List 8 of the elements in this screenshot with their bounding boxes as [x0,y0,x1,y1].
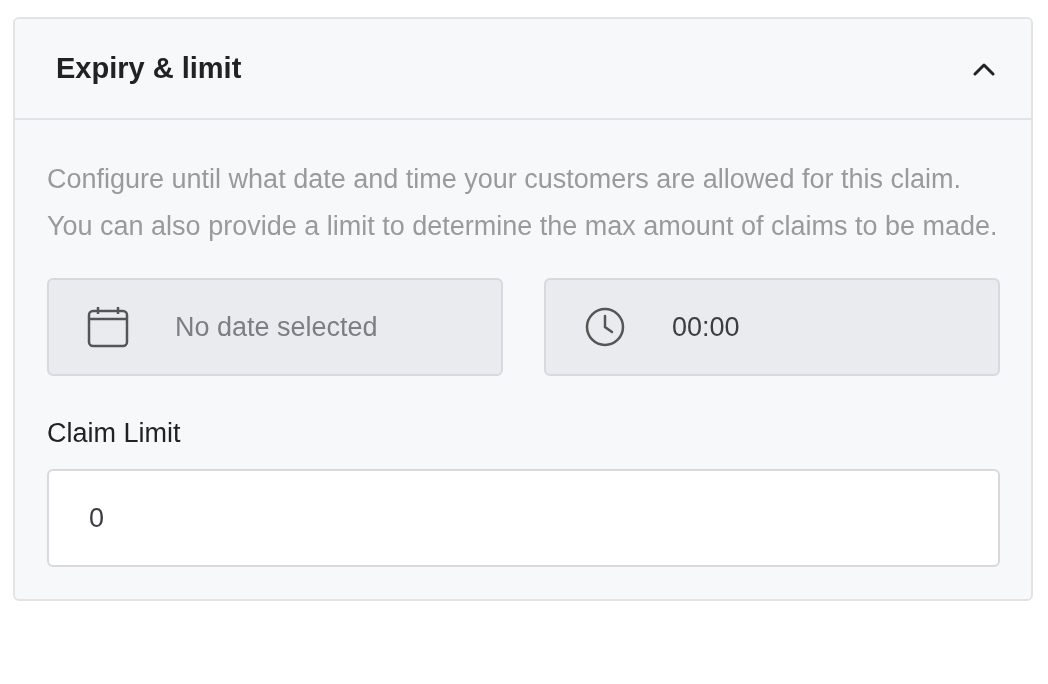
claim-limit-label: Claim Limit [47,418,182,449]
section-title: Expiry & limit [56,52,242,85]
section-description: Configure until what date and time your customers are allowed for this claim. You can also provide a limit to determine the max amount of claims to be made. [47,163,999,243]
section-header[interactable]: Expiry & limit [15,19,1031,120]
time-picker[interactable]: 00:00 [544,278,1000,376]
claim-limit-field[interactable]: 0 [47,469,1000,567]
calendar-icon [87,306,129,348]
clock-icon [584,306,626,348]
